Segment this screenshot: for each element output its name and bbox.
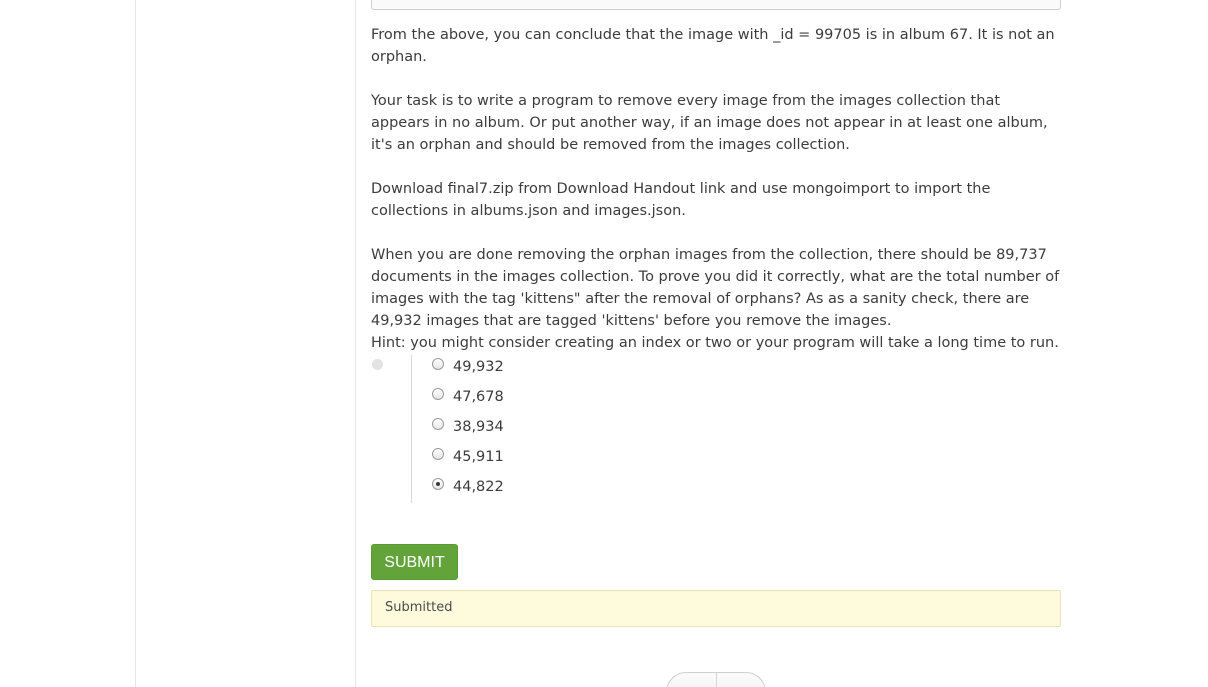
answer-status-indicator xyxy=(372,359,383,370)
hint-text: Hint: you might consider creating an ind… xyxy=(371,335,1059,351)
problem-paragraph: Download final7.zip from Download Handou… xyxy=(371,181,991,219)
chevron-right-icon[interactable] xyxy=(717,673,766,687)
problem-paragraph: From the above, you can conclude that th… xyxy=(371,27,1055,65)
chevron-left-icon[interactable] xyxy=(667,673,717,687)
problem-paragraph: When you are done removing the orphan im… xyxy=(371,247,1060,329)
choice-option[interactable]: 38,934 xyxy=(430,415,630,445)
choice-label[interactable]: 45,911 xyxy=(453,446,504,468)
radio-button[interactable] xyxy=(432,418,444,430)
page: From the above, you can conclude that th… xyxy=(0,0,1208,687)
submit-button[interactable]: SUBMIT xyxy=(371,544,458,580)
choice-option[interactable]: 47,678 xyxy=(430,385,630,415)
choice-group-divider xyxy=(411,355,412,503)
choice-option[interactable]: 49,932 xyxy=(430,355,630,385)
choice-label[interactable]: 38,934 xyxy=(453,416,504,438)
radio-button[interactable] xyxy=(432,358,444,370)
status-message-box: Submitted xyxy=(371,590,1061,627)
radio-button[interactable] xyxy=(432,448,444,460)
choice-option[interactable]: 44,822 xyxy=(430,475,630,505)
radio-button-selected[interactable] xyxy=(432,478,444,490)
left-column-divider xyxy=(135,0,136,687)
choice-label[interactable]: 49,932 xyxy=(453,356,504,378)
choice-group: 49,932 47,678 38,934 45,911 44,822 xyxy=(430,355,630,505)
sequence-pager xyxy=(666,672,766,687)
radio-button[interactable] xyxy=(432,388,444,400)
problem-paragraph: Your task is to write a program to remov… xyxy=(371,93,1048,153)
status-message: Submitted xyxy=(385,600,453,615)
choice-label[interactable]: 44,822 xyxy=(453,476,504,498)
code-block xyxy=(371,0,1061,10)
choice-option[interactable]: 45,911 xyxy=(430,445,630,475)
choice-label[interactable]: 47,678 xyxy=(453,386,504,408)
content-divider xyxy=(355,0,356,687)
